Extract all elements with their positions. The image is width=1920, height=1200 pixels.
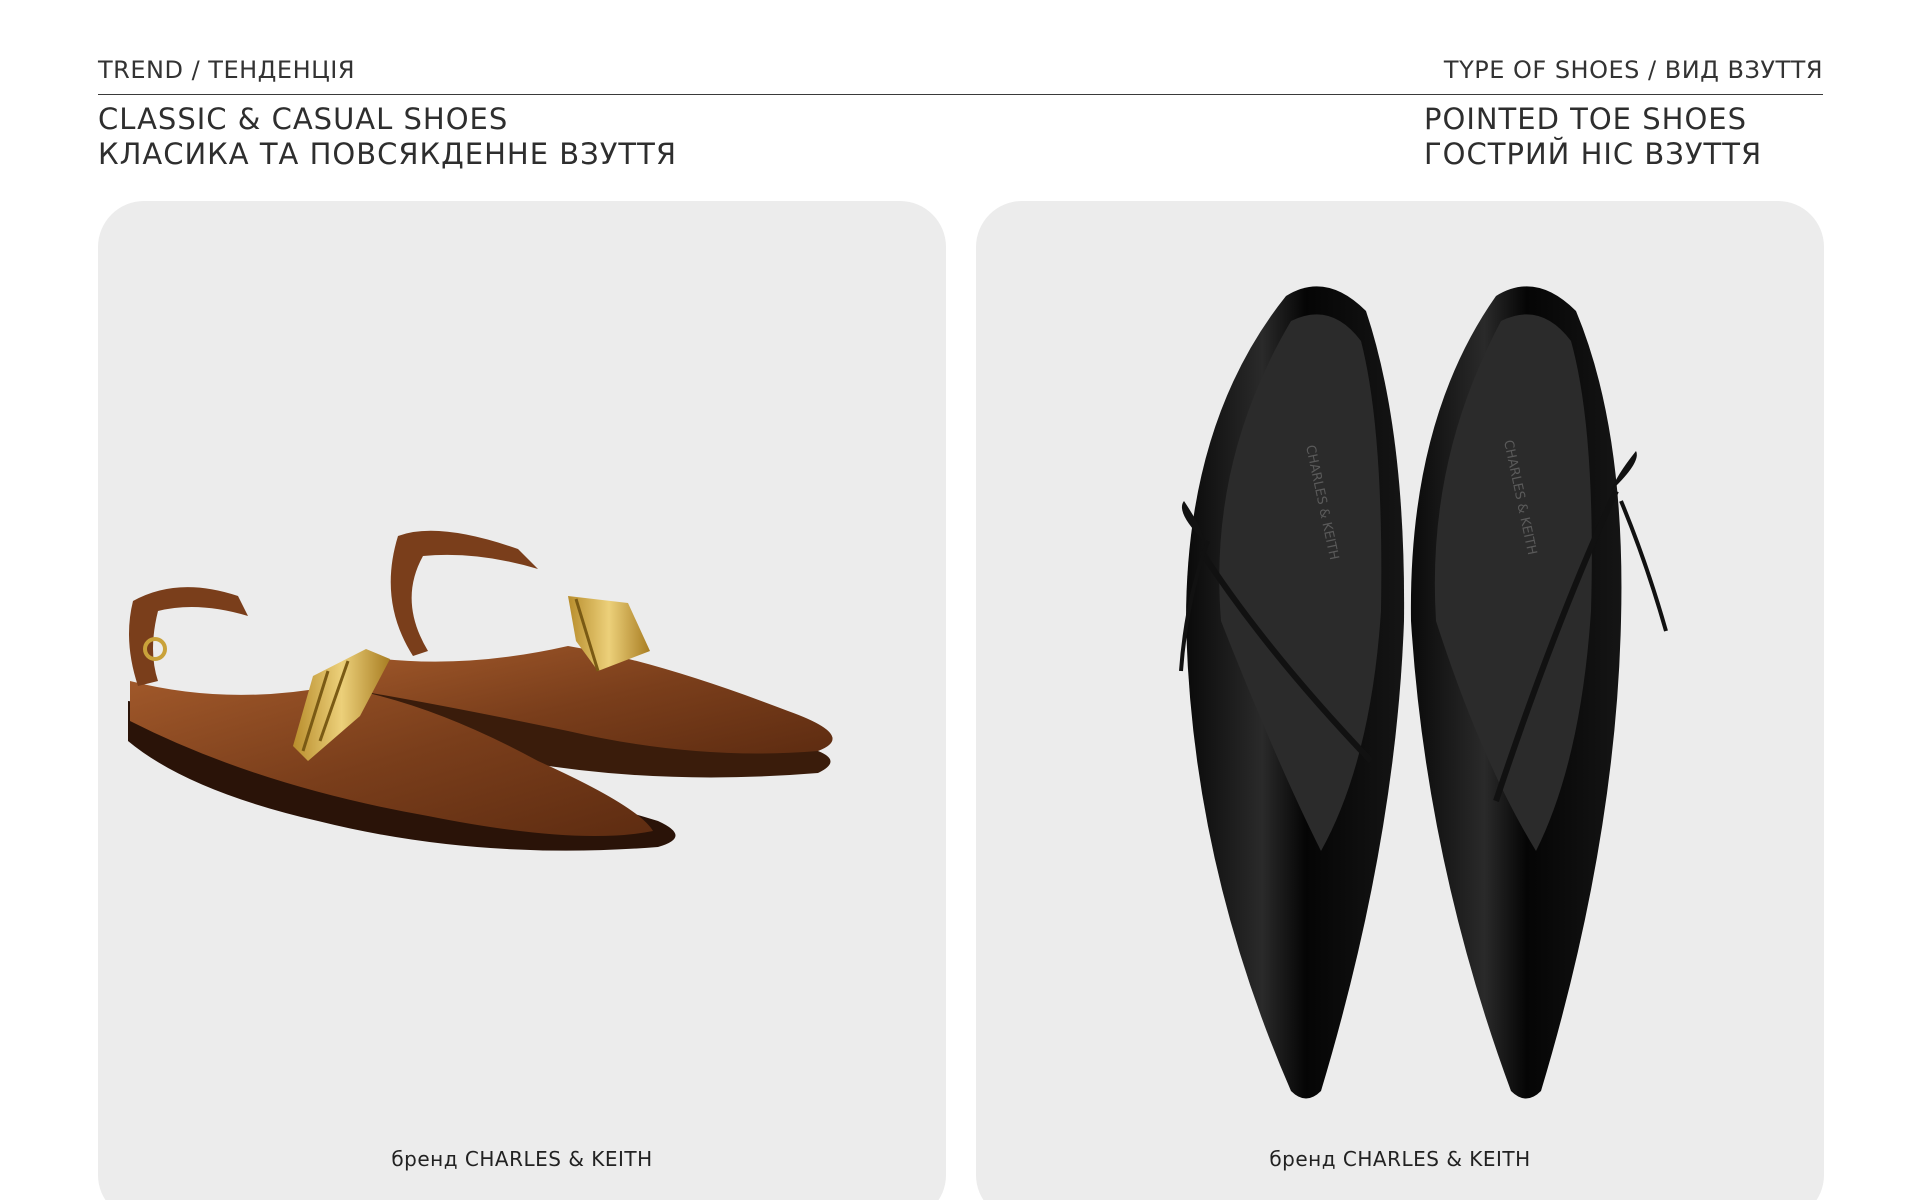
product-card-black-flats: CHARLES & KEITH CHARLES & KEITH бренд CH… [976, 201, 1824, 1200]
trend-label: TREND / ТЕНДЕНЦІЯ [98, 56, 355, 84]
type-label: TYPE OF SHOES / ВИД ВЗУТТЯ [1443, 56, 1823, 84]
type-title-en: POINTED TOE SHOES [1424, 102, 1748, 136]
trend-title-en: CLASSIC & CASUAL SHOES [98, 102, 509, 136]
trend-title-ua: КЛАСИКА ТА ПОВСЯКДЕННЕ ВЗУТТЯ [98, 137, 677, 171]
product-card-brown-flats: бренд CHARLES & KEITH [98, 201, 946, 1200]
type-title-ua: ГОСТРИЙ НІС ВЗУТТЯ [1424, 137, 1763, 171]
trend-heading: CLASSIC & CASUAL SHOES КЛАСИКА ТА ПОВСЯК… [98, 102, 677, 172]
header-rule: TREND / ТЕНДЕНЦІЯ TYPE OF SHOES / ВИД ВЗ… [98, 54, 1823, 95]
page: TREND / ТЕНДЕНЦІЯ TYPE OF SHOES / ВИД ВЗ… [0, 0, 1920, 1200]
type-heading: POINTED TOE SHOES ГОСТРИЙ НІС ВЗУТТЯ [1424, 102, 1762, 172]
brand-caption: бренд CHARLES & KEITH [1269, 1147, 1531, 1171]
brand-caption: бренд CHARLES & KEITH [391, 1147, 653, 1171]
brown-slingback-flats-image [128, 530, 833, 851]
black-bow-flats-image: CHARLES & KEITH CHARLES & KEITH [1179, 286, 1668, 1099]
